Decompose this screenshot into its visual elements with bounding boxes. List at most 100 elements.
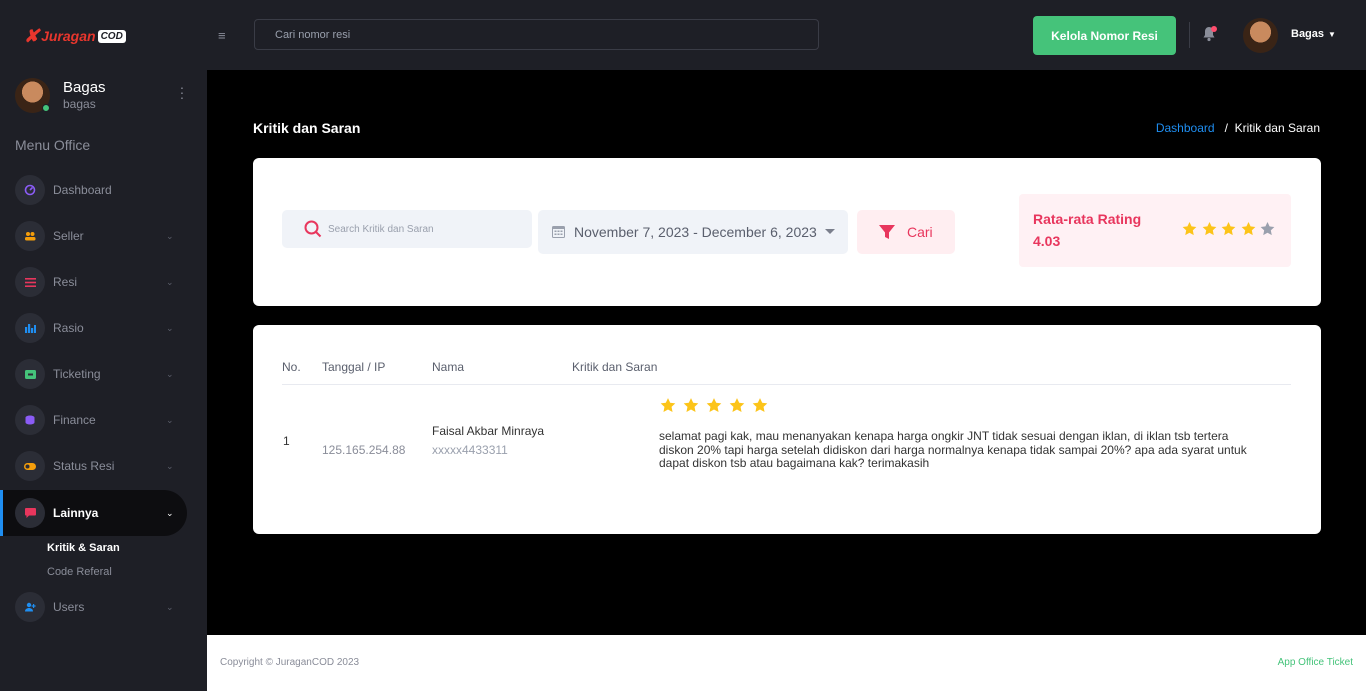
sidebar-subitem-kritik-saran[interactable]: Kritik & Saran xyxy=(47,542,120,554)
message-icon xyxy=(15,498,45,528)
sidebar-item-label: Rasio xyxy=(53,321,84,335)
star-filled-icon xyxy=(1221,222,1236,236)
date-range-value: November 7, 2023 - December 6, 2023 xyxy=(574,224,817,240)
avatar[interactable] xyxy=(15,78,50,113)
user-add-icon xyxy=(15,592,45,622)
sidebar-user-name: Bagas xyxy=(63,79,106,96)
resi-search-input[interactable] xyxy=(254,19,819,50)
app-office-ticket-link[interactable]: App Office Ticket xyxy=(1278,657,1353,668)
row-phone: xxxxx4433311 xyxy=(432,443,508,457)
star-filled-icon xyxy=(683,398,699,412)
notification-bell-icon[interactable] xyxy=(1202,26,1217,42)
kritik-search-input[interactable] xyxy=(328,223,518,235)
sidebar-item-label: Resi xyxy=(53,275,78,289)
chevron-down-icon: ⌄ xyxy=(166,276,174,287)
ticket-icon xyxy=(15,359,45,389)
star-filled-icon xyxy=(1241,222,1255,236)
calendar-icon xyxy=(552,225,565,238)
top-navbar: ✘ Juragan COD ≡ Kelola Nomor Resi Bagas▼ xyxy=(0,0,1366,70)
date-range-picker[interactable]: November 7, 2023 - December 6, 2023 xyxy=(538,210,848,254)
users-icon xyxy=(15,221,45,251)
kelola-nomor-resi-button[interactable]: Kelola Nomor Resi xyxy=(1033,16,1176,55)
breadcrumb-current: Kritik dan Saran xyxy=(1234,121,1320,135)
sidebar-item-dashboard[interactable]: Dashboard xyxy=(0,167,187,213)
notification-dot xyxy=(1211,26,1217,32)
logo-icon: ✘ xyxy=(24,25,40,46)
row-number: 1 xyxy=(283,434,290,448)
star-filled-icon xyxy=(1202,222,1216,236)
chevron-down-icon: ⌄ xyxy=(166,322,174,333)
toggle-icon xyxy=(15,451,45,481)
filter-icon xyxy=(879,224,895,240)
sidebar: Bagas bagas · · · Menu Office Dashboard Se… xyxy=(0,70,207,691)
user-dropdown[interactable]: Bagas ▼ xyxy=(1291,28,1336,40)
column-header-kritik-saran: Kritik dan Saran xyxy=(572,360,658,374)
star-filled-icon xyxy=(752,398,768,412)
row-rating-stars xyxy=(659,397,774,414)
caret-down-icon: ▼ xyxy=(1328,30,1336,39)
sidebar-item-status-resi[interactable]: Status Resi ⌄ xyxy=(0,443,187,489)
avatar[interactable] xyxy=(1243,18,1278,53)
rating-stars xyxy=(1181,221,1279,237)
online-status-dot xyxy=(42,104,50,112)
menu-toggle-icon[interactable]: ≡ xyxy=(218,28,226,43)
sidebar-item-label: Ticketing xyxy=(53,367,101,381)
sidebar-item-rasio[interactable]: Rasio ⌄ xyxy=(0,305,187,351)
breadcrumb-separator: / xyxy=(1224,121,1228,135)
brand-name: Juragan xyxy=(41,28,96,44)
brand-logo[interactable]: ✘ Juragan COD xyxy=(24,26,126,46)
kebab-menu-icon[interactable]: · · · xyxy=(176,80,188,104)
star-filled-icon xyxy=(1182,222,1197,236)
sidebar-item-label: Finance xyxy=(53,413,96,427)
row-ip: 125.165.254.88 xyxy=(322,443,406,457)
footer: Copyright © JuraganCOD 2023 App Office T… xyxy=(207,635,1366,691)
sidebar-item-finance[interactable]: Finance ⌄ xyxy=(0,397,187,443)
sidebar-subitem-code-referal[interactable]: Code Referal xyxy=(47,566,112,578)
rating-title: Rata-rata Rating xyxy=(1033,211,1142,227)
sidebar-item-users[interactable]: Users ⌄ xyxy=(0,584,187,630)
sidebar-item-label: Status Resi xyxy=(53,459,115,473)
sidebar-item-label: Users xyxy=(53,600,85,614)
page-title: Kritik dan Saran xyxy=(253,120,361,136)
star-filled-icon xyxy=(660,398,676,412)
copyright-text: Copyright © JuraganCOD 2023 xyxy=(220,657,360,668)
column-header-tanggal-ip: Tanggal / IP xyxy=(322,360,386,374)
table-divider xyxy=(282,384,1291,385)
kritik-search-field[interactable] xyxy=(282,210,532,248)
cari-button[interactable]: Cari xyxy=(857,210,955,254)
row-name: Faisal Akbar Minraya xyxy=(432,424,545,438)
brand-suffix: COD xyxy=(97,29,126,43)
sidebar-item-label: Dashboard xyxy=(53,183,112,197)
sidebar-item-resi[interactable]: Resi ⌄ xyxy=(0,259,187,305)
chevron-down-icon: ⌄ xyxy=(166,507,174,518)
sidebar-item-lainnya[interactable]: Lainnya ⌄ xyxy=(0,490,187,536)
star-empty-icon xyxy=(1260,222,1275,236)
divider xyxy=(1189,22,1190,48)
sidebar-item-seller[interactable]: Seller ⌄ xyxy=(0,213,187,259)
chevron-down-icon: ⌄ xyxy=(166,460,174,471)
rating-value: 4.03 xyxy=(1033,233,1061,249)
gauge-icon xyxy=(15,175,45,205)
star-filled-icon xyxy=(729,398,745,412)
sidebar-item-label: Seller xyxy=(53,229,84,243)
cari-button-label: Cari xyxy=(907,224,933,240)
sidebar-item-ticketing[interactable]: Ticketing ⌄ xyxy=(0,351,187,397)
average-rating-box: Rata-rata Rating 4.03 xyxy=(1019,194,1291,267)
list-icon xyxy=(15,267,45,297)
chart-icon xyxy=(15,313,45,343)
search-icon xyxy=(304,220,322,238)
column-header-nama: Nama xyxy=(432,360,465,374)
chevron-down-icon: ⌄ xyxy=(166,601,174,612)
sidebar-item-label: Lainnya xyxy=(53,506,99,520)
row-feedback-text: selamat pagi kak, mau menanyakan kenapa … xyxy=(659,429,1247,470)
breadcrumb: Dashboard / Kritik dan Saran xyxy=(1156,121,1320,135)
user-name: Bagas xyxy=(1291,28,1325,40)
sidebar-user-handle: bagas xyxy=(63,97,96,111)
column-header-no: No. xyxy=(282,360,301,374)
chevron-down-icon: ⌄ xyxy=(166,368,174,379)
breadcrumb-dashboard-link[interactable]: Dashboard xyxy=(1156,121,1215,135)
coins-icon xyxy=(15,405,45,435)
menu-section-title: Menu Office xyxy=(15,137,91,153)
caret-down-icon xyxy=(825,229,835,234)
star-filled-icon xyxy=(706,398,722,412)
